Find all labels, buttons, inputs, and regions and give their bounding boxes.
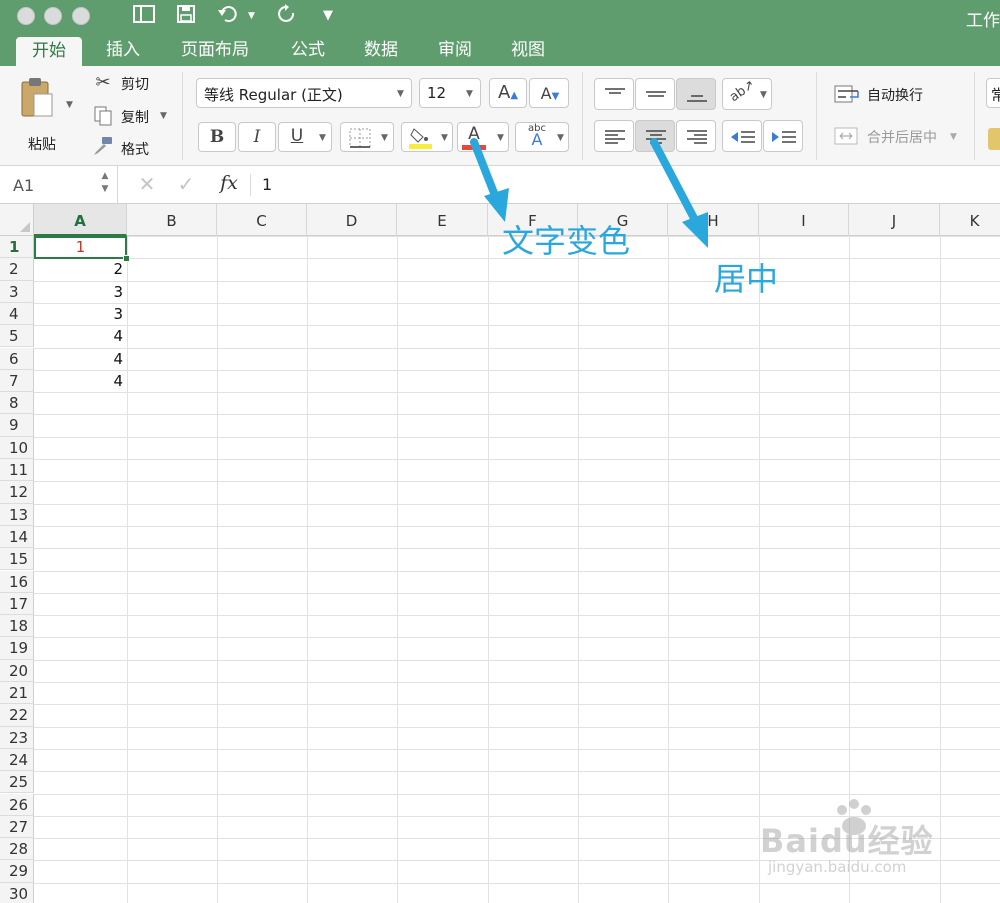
watermark: Baidu经验 jingyan.baidu.com bbox=[760, 798, 980, 884]
annotation-arrows bbox=[470, 138, 708, 248]
watermark-brand: Baidu经验 bbox=[760, 822, 934, 860]
watermark-url: jingyan.baidu.com bbox=[768, 858, 907, 876]
arrow-align-center bbox=[650, 138, 708, 248]
annotation-center-note: 居中 bbox=[714, 260, 779, 298]
arrow-font-color bbox=[470, 138, 509, 222]
annotation-font-color-note: 文字变色 bbox=[502, 222, 631, 260]
